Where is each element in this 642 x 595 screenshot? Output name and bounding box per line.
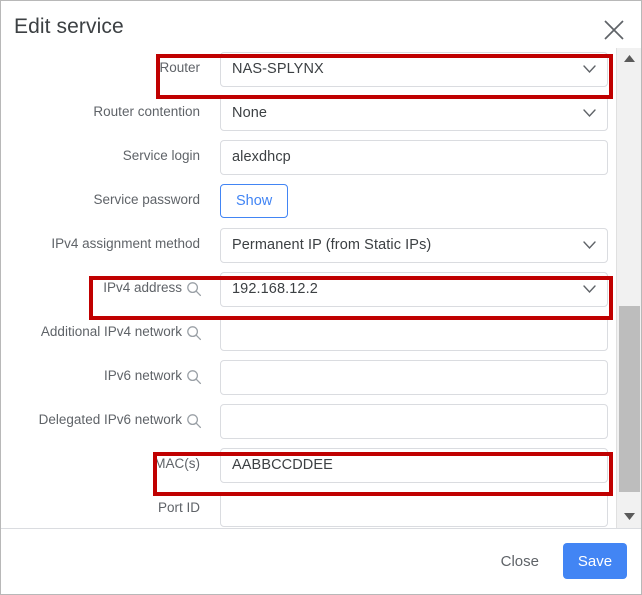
search-icon[interactable]: [186, 281, 202, 297]
field-label: Delegated IPv6 network: [38, 412, 182, 427]
form-row: Delegated IPv6 network: [1, 400, 616, 444]
field-label: IPv6 network: [103, 368, 182, 383]
field-label: Additional IPv4 network: [40, 324, 182, 339]
search-icon[interactable]: [186, 325, 202, 341]
field-value: 192.168.12.2: [232, 281, 318, 297]
page-title: Edit service: [14, 15, 124, 38]
field-label: Port ID: [157, 500, 200, 515]
field-label: Router: [159, 60, 200, 75]
edit-service-dialog: Edit service Router NAS-SPLYNX Router cont…: [0, 0, 642, 595]
vertical-scrollbar[interactable]: [616, 48, 641, 528]
dialog-header: Edit service: [1, 1, 641, 48]
form-row: Port ID: [1, 488, 616, 528]
form-row: MAC(s) AABBCCDDEE: [1, 444, 616, 488]
field-value: AABBCCDDEE: [232, 457, 333, 473]
text-field[interactable]: alexdhcp: [220, 140, 608, 175]
field-value: None: [232, 105, 268, 121]
chevron-down-icon[interactable]: [583, 285, 596, 294]
dialog-body: Router NAS-SPLYNX Router contention None Ser…: [1, 48, 641, 528]
form-row: Router NAS-SPLYNX: [1, 48, 616, 92]
form-row: Additional IPv4 network: [1, 312, 616, 356]
chevron-down-icon[interactable]: [583, 65, 596, 74]
field-value: Permanent IP (from Static IPs): [232, 237, 432, 253]
field-label: Service password: [93, 192, 200, 207]
select-field[interactable]: NAS-SPLYNX: [220, 52, 608, 87]
select-field[interactable]: 192.168.12.2: [220, 272, 608, 307]
select-field[interactable]: Permanent IP (from Static IPs): [220, 228, 608, 263]
text-field[interactable]: [220, 404, 608, 439]
field-label: IPv4 assignment method: [51, 236, 200, 251]
close-icon[interactable]: [601, 17, 627, 43]
text-field[interactable]: [220, 316, 608, 351]
service-form: Router NAS-SPLYNX Router contention None Ser…: [1, 48, 616, 528]
field-label: MAC(s): [154, 456, 200, 471]
form-row: Service password Show: [1, 180, 616, 224]
form-row: IPv4 address 192.168.12.2: [1, 268, 616, 312]
triangle-down-icon[interactable]: [617, 508, 641, 526]
field-label: Service login: [122, 148, 200, 163]
dialog-footer: Close Save: [1, 528, 641, 594]
scrollbar-thumb[interactable]: [619, 306, 640, 492]
text-field[interactable]: AABBCCDDEE: [220, 448, 608, 483]
form-row: IPv4 assignment method Permanent IP (from…: [1, 224, 616, 268]
text-field[interactable]: [220, 492, 608, 527]
triangle-up-icon[interactable]: [617, 50, 641, 68]
save-button[interactable]: Save: [563, 543, 627, 579]
form-row: Router contention None: [1, 92, 616, 136]
search-icon[interactable]: [186, 369, 202, 385]
field-value: alexdhcp: [232, 149, 291, 165]
field-value: NAS-SPLYNX: [232, 61, 324, 77]
search-icon[interactable]: [186, 413, 202, 429]
field-label: Router contention: [93, 104, 200, 119]
close-button[interactable]: Close: [493, 547, 547, 576]
form-row: IPv6 network: [1, 356, 616, 400]
select-field[interactable]: None: [220, 96, 608, 131]
chevron-down-icon[interactable]: [583, 109, 596, 118]
form-row: Service login alexdhcp: [1, 136, 616, 180]
chevron-down-icon[interactable]: [583, 241, 596, 250]
text-field[interactable]: [220, 360, 608, 395]
show-password-button[interactable]: Show: [220, 184, 289, 218]
field-label: IPv4 address: [103, 280, 182, 295]
